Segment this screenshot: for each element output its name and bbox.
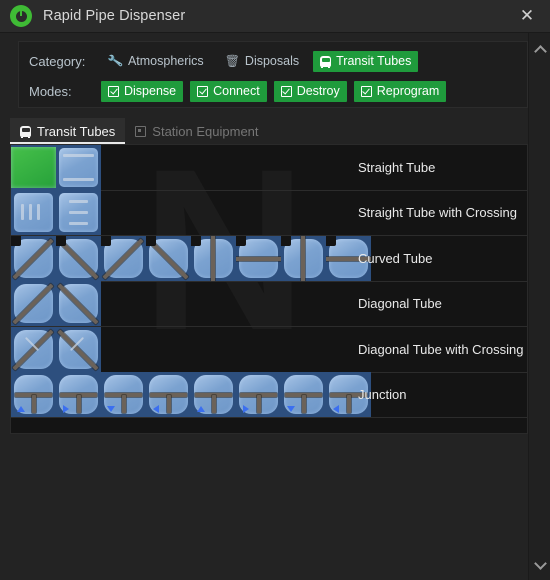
mode-dispense-label: Dispense bbox=[124, 84, 177, 98]
table-row[interactable]: Diagonal Tube with Crossing bbox=[11, 326, 527, 373]
category-atmospherics-label: Atmospherics bbox=[127, 54, 204, 68]
tube-label: Diagonal Tube with Crossing bbox=[358, 341, 524, 357]
tube-sprite[interactable] bbox=[56, 326, 101, 372]
table-row[interactable]: Straight Tube bbox=[11, 145, 527, 191]
tube-sprite[interactable] bbox=[281, 235, 326, 281]
tube-sprite[interactable] bbox=[11, 235, 56, 281]
sprite-strip[interactable] bbox=[11, 235, 371, 281]
tram-icon bbox=[320, 55, 332, 68]
tab-bar: Transit Tubes Station Equipment bbox=[10, 118, 528, 144]
category-disposals-button[interactable]: 🗑 Disposals bbox=[218, 51, 306, 72]
sprite-strip[interactable] bbox=[11, 281, 101, 327]
table-row[interactable]: Straight Tube with Crossing bbox=[11, 190, 527, 236]
category-transit-tubes-button[interactable]: Transit Tubes bbox=[313, 50, 419, 72]
tube-sprite[interactable] bbox=[281, 372, 326, 418]
scroll-down-icon[interactable] bbox=[529, 552, 550, 574]
tram-icon bbox=[20, 125, 31, 138]
tube-label: Straight Tube bbox=[358, 159, 436, 175]
category-atmospherics-button[interactable]: 🔧 Atmospherics bbox=[101, 51, 211, 72]
tube-sprite[interactable] bbox=[101, 372, 146, 418]
checkbox-checked-icon bbox=[197, 85, 209, 97]
sprite-strip[interactable] bbox=[11, 372, 371, 418]
category-transit-tubes-label: Transit Tubes bbox=[336, 54, 412, 68]
tube-list: Straight Tube Straight Tube with Crossing… bbox=[11, 145, 527, 418]
dispenser-eye-icon bbox=[10, 5, 32, 27]
tube-sprite[interactable] bbox=[191, 235, 236, 281]
tube-list-panel: N Straight TubeStraight Tube with Crossi… bbox=[10, 144, 528, 434]
tube-sprite[interactable] bbox=[56, 235, 101, 281]
category-disposals-label: Disposals bbox=[244, 54, 300, 68]
sprite-strip[interactable] bbox=[11, 326, 101, 372]
tube-sprite[interactable] bbox=[11, 326, 56, 372]
table-row[interactable]: Diagonal Tube bbox=[11, 281, 527, 327]
modes-label: Modes: bbox=[29, 83, 72, 99]
options-panel: Category: 🔧 Atmospherics 🗑 Disposals Tra… bbox=[18, 41, 528, 108]
tube-sprite[interactable] bbox=[11, 372, 56, 418]
empty-area bbox=[0, 434, 528, 580]
checkbox-checked-icon bbox=[280, 85, 292, 97]
tube-sprite[interactable] bbox=[146, 372, 191, 418]
tab-transit-tubes[interactable]: Transit Tubes bbox=[10, 118, 126, 144]
tube-sprite[interactable] bbox=[56, 190, 101, 236]
vertical-scrollbar[interactable] bbox=[528, 33, 550, 580]
tube-sprite[interactable] bbox=[11, 145, 56, 190]
tube-sprite[interactable] bbox=[56, 145, 101, 190]
rapid-pipe-dispenser-window: Rapid Pipe Dispenser ✕ Category: 🔧 Atmos… bbox=[0, 0, 550, 580]
mode-reprogram-button[interactable]: Reprogram bbox=[353, 80, 447, 102]
tube-sprite[interactable] bbox=[11, 190, 56, 236]
tab-transit-tubes-label: Transit Tubes bbox=[37, 123, 116, 139]
mode-connect-button[interactable]: Connect bbox=[190, 80, 267, 102]
tube-sprite[interactable] bbox=[146, 235, 191, 281]
tab-station-equipment[interactable]: Station Equipment bbox=[125, 118, 268, 144]
titlebar: Rapid Pipe Dispenser ✕ bbox=[0, 0, 550, 33]
table-row[interactable]: Junction bbox=[11, 372, 527, 418]
tube-sprite[interactable] bbox=[191, 372, 236, 418]
tube-sprite[interactable] bbox=[56, 281, 101, 327]
table-row[interactable]: Curved Tube bbox=[11, 235, 527, 282]
window-title: Rapid Pipe Dispenser bbox=[43, 8, 186, 24]
mode-destroy-label: Destroy bbox=[296, 84, 340, 98]
modes-row: Modes: Dispense Connect Destroy Reprogra… bbox=[29, 79, 517, 103]
checkbox-checked-icon bbox=[360, 85, 372, 97]
tube-sprite[interactable] bbox=[11, 281, 56, 327]
tube-sprite[interactable] bbox=[101, 235, 146, 281]
mode-dispense-button[interactable]: Dispense bbox=[101, 80, 184, 102]
mode-reprogram-label: Reprogram bbox=[376, 84, 440, 98]
chip-icon bbox=[135, 125, 147, 137]
checkbox-checked-icon bbox=[108, 85, 119, 97]
tube-label: Junction bbox=[358, 387, 407, 402]
category-label: Category: bbox=[29, 53, 86, 69]
category-row: Category: 🔧 Atmospherics 🗑 Disposals Tra… bbox=[29, 49, 517, 73]
mode-connect-label: Connect bbox=[213, 84, 260, 98]
mode-destroy-button[interactable]: Destroy bbox=[273, 80, 347, 102]
sprite-strip[interactable] bbox=[11, 145, 101, 190]
tab-station-equipment-label: Station Equipment bbox=[152, 123, 259, 139]
tube-sprite[interactable] bbox=[236, 372, 281, 418]
tube-sprite[interactable] bbox=[56, 372, 101, 418]
tube-label: Diagonal Tube bbox=[358, 296, 442, 311]
trash-icon: 🗑 bbox=[224, 54, 240, 68]
tube-label: Straight Tube with Crossing bbox=[358, 205, 517, 220]
close-icon[interactable]: ✕ bbox=[518, 8, 536, 26]
wrench-icon: 🔧 bbox=[106, 52, 125, 70]
tube-label: Curved Tube bbox=[358, 250, 433, 266]
sprite-strip[interactable] bbox=[11, 190, 101, 236]
scroll-up-icon[interactable] bbox=[529, 38, 550, 60]
tube-sprite[interactable] bbox=[236, 235, 281, 281]
